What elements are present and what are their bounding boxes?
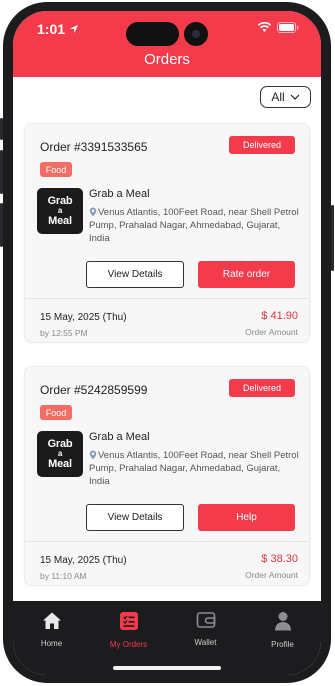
orders-icon (119, 612, 138, 630)
volume-down-button (0, 203, 3, 247)
tab-label: My Orders (109, 640, 148, 649)
power-button (331, 205, 334, 271)
view-details-button[interactable]: View Details (86, 504, 184, 531)
wifi-icon (257, 22, 272, 32)
order-amount: $ 41.90 (261, 310, 298, 322)
logo-text: Meal (48, 458, 72, 470)
status-icons (257, 22, 299, 33)
logo-text: Meal (48, 215, 72, 227)
order-card: Order #3391533565 Delivered Food Grab a … (25, 124, 309, 342)
category-badge: Food (40, 162, 72, 177)
rate-order-button[interactable]: Rate order (198, 261, 295, 288)
order-card: Order #5242859599 Delivered Food Grab a … (25, 367, 309, 585)
status-badge: Delivered (229, 136, 295, 154)
filter-value: All (271, 90, 285, 104)
store-name: Grab a Meal (89, 431, 150, 443)
dynamic-island (126, 22, 179, 46)
app-screen: 1:01 Orders All Order #3391533565 Delive… (13, 11, 321, 675)
status-badge: Delivered (229, 379, 295, 397)
volume-up-button (0, 150, 3, 194)
store-logo: Grab a Meal (37, 188, 83, 234)
battery-icon (277, 22, 299, 33)
home-indicator (113, 666, 221, 670)
page-title: Orders (144, 51, 190, 68)
store-address: Venus Atlantis, 100Feet Road, near Shell… (89, 449, 301, 488)
chevron-down-icon (290, 94, 300, 100)
divider (25, 298, 309, 299)
help-button[interactable]: Help (198, 504, 295, 531)
tab-profile[interactable]: Profile (244, 611, 321, 649)
order-amount-label: Order Amount (245, 327, 298, 337)
tab-wallet[interactable]: Wallet (167, 611, 244, 647)
filter-dropdown[interactable]: All (260, 86, 311, 108)
status-time: 1:01 (37, 21, 79, 37)
view-details-button[interactable]: View Details (86, 261, 184, 288)
profile-icon (274, 612, 291, 631)
mute-switch (0, 118, 3, 140)
camera-icon (184, 22, 208, 46)
order-number: Order #3391533565 (40, 140, 148, 154)
location-pin-icon (89, 450, 97, 460)
order-date: 15 May, 2025 (Thu) (40, 312, 127, 323)
bottom-tab-bar: Home My Orders Wallet Profile (13, 601, 321, 675)
tab-label: Profile (271, 640, 294, 649)
address-text: Venus Atlantis, 100Feet Road, near Shell… (89, 207, 299, 244)
wallet-icon (196, 612, 215, 628)
tab-label: Wallet (194, 638, 217, 647)
divider (25, 541, 309, 542)
tab-label: Home (40, 639, 63, 648)
tab-my-orders[interactable]: My Orders (90, 611, 167, 649)
home-icon (42, 612, 61, 629)
order-number: Order #5242859599 (40, 383, 148, 397)
address-text: Venus Atlantis, 100Feet Road, near Shell… (89, 450, 299, 487)
location-pin-icon (89, 207, 97, 217)
logo-text: a (57, 449, 63, 458)
order-date: 15 May, 2025 (Thu) (40, 555, 127, 566)
order-time: by 11:10 AM (40, 571, 87, 581)
logo-text: a (57, 206, 63, 215)
store-name: Grab a Meal (89, 188, 150, 200)
tab-home[interactable]: Home (13, 611, 90, 648)
order-amount-label: Order Amount (245, 570, 298, 580)
order-time: by 12:55 PM (40, 328, 88, 338)
store-logo: Grab a Meal (37, 431, 83, 477)
location-arrow-icon (69, 25, 78, 33)
order-amount: $ 38.30 (261, 553, 298, 565)
app-header: 1:01 Orders (13, 11, 321, 77)
store-address: Venus Atlantis, 100Feet Road, near Shell… (89, 206, 301, 245)
category-badge: Food (40, 405, 72, 420)
